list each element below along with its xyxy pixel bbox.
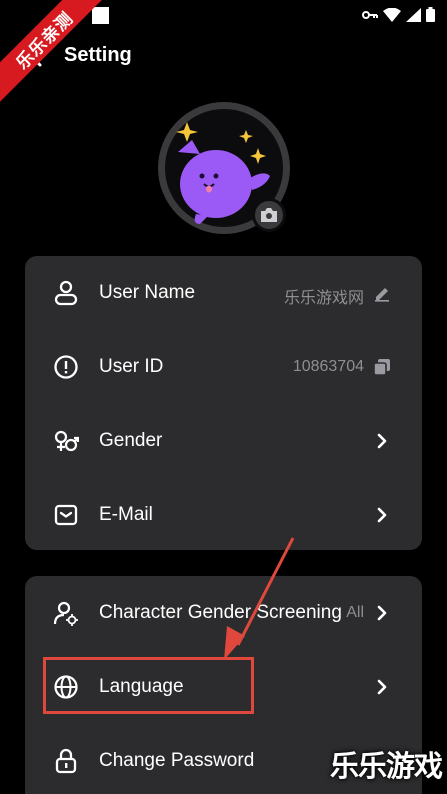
user-name-label: User Name xyxy=(99,282,196,303)
chevron-right-icon xyxy=(372,505,392,525)
character-gender-screening-label: Character Gender Screening xyxy=(99,602,342,623)
user-icon xyxy=(53,280,79,306)
user-id-label: User ID xyxy=(99,356,164,377)
character-filter-icon xyxy=(53,600,79,626)
lock-icon xyxy=(53,748,79,774)
user-id-row[interactable]: User ID 10863704 xyxy=(25,332,422,402)
watermark-ribbon-text: 乐乐亲测 xyxy=(12,8,78,74)
key-icon xyxy=(362,10,378,19)
watermark-logo-text: 乐乐游戏 xyxy=(330,749,443,783)
gender-label: Gender xyxy=(99,430,163,451)
gender-icon xyxy=(53,428,79,454)
account-info-card: User Name 乐乐游戏网 User ID 10863704 Gender … xyxy=(25,256,422,550)
chevron-right-icon xyxy=(372,603,392,623)
gender-row[interactable]: Gender xyxy=(25,406,422,476)
mail-icon xyxy=(53,502,79,528)
chevron-right-icon xyxy=(372,677,392,697)
camera-icon xyxy=(261,208,277,222)
change-password-label: Change Password xyxy=(99,750,255,771)
watermark-ribbon: 乐乐亲测 xyxy=(0,0,110,110)
email-label: E-Mail xyxy=(99,504,153,525)
copy-icon[interactable] xyxy=(372,357,392,377)
pencil-icon[interactable] xyxy=(372,283,392,303)
user-id-value: 10863704 xyxy=(292,358,364,375)
info-circle-icon xyxy=(53,354,79,380)
chevron-right-icon xyxy=(372,431,392,451)
character-gender-screening-row[interactable]: Character Gender Screening All xyxy=(25,578,422,648)
wifi-icon xyxy=(383,7,401,22)
email-row[interactable]: E-Mail xyxy=(25,480,422,550)
language-highlight-box xyxy=(43,657,254,714)
user-name-value: 乐乐游戏网 xyxy=(283,290,364,307)
change-avatar-button[interactable] xyxy=(252,198,286,232)
status-icons xyxy=(362,7,435,22)
character-gender-screening-value: All xyxy=(346,604,364,621)
user-name-row[interactable]: User Name 乐乐游戏网 xyxy=(25,258,422,328)
battery-icon xyxy=(426,7,435,22)
signal-icon xyxy=(406,7,421,22)
